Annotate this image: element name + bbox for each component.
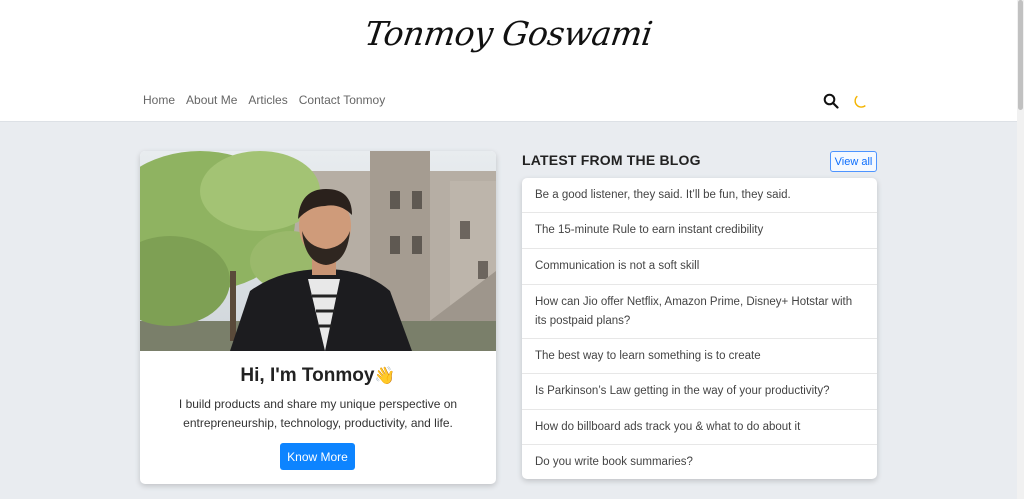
blog-post-item[interactable]: Do you write book summaries? (522, 445, 877, 479)
waving-hand-icon: 👋 (374, 366, 396, 385)
profile-greeting: Hi, I'm Tonmoy👋 (140, 365, 496, 387)
scrollbar-thumb[interactable] (1018, 0, 1023, 110)
blog-post-item[interactable]: How do billboard ads track you & what to… (522, 410, 877, 445)
profile-photo (140, 151, 496, 351)
nav-item-home[interactable]: Home (143, 93, 175, 107)
blog-post-list: Be a good listener, they said. It’ll be … (522, 178, 877, 479)
profile-card: Hi, I'm Tonmoy👋 I build products and sha… (140, 151, 496, 484)
profile-bio: I build products and share my unique per… (178, 397, 458, 430)
blog-post-item[interactable]: The best way to learn something is to cr… (522, 339, 877, 374)
main-nav: Home About Me Articles Contact Tonmoy (143, 93, 385, 107)
nav-item-about-me[interactable]: About Me (186, 93, 237, 107)
blog-post-item[interactable]: How can Jio offer Netflix, Amazon Prime,… (522, 285, 877, 339)
blog-heading: LATEST FROM THE BLOG (522, 152, 701, 168)
blog-post-item[interactable]: Communication is not a soft skill (522, 249, 877, 285)
moon-icon[interactable] (853, 93, 869, 109)
site-logo[interactable]: Tonmoy Goswami (0, 14, 1020, 53)
page-scrollbar[interactable] (1017, 0, 1024, 499)
nav-item-contact[interactable]: Contact Tonmoy (299, 93, 386, 107)
search-icon[interactable] (823, 93, 839, 109)
greeting-text: Hi, I'm Tonmoy (240, 365, 375, 386)
blog-post-item[interactable]: Is Parkinson’s Law getting in the way of… (522, 374, 877, 410)
nav-item-articles[interactable]: Articles (248, 93, 287, 107)
view-all-button[interactable]: View all (830, 151, 877, 172)
site-header: Tonmoy Goswami Home About Me Articles Co… (0, 0, 1017, 122)
know-more-button[interactable]: Know More (280, 443, 355, 470)
blog-post-item[interactable]: Be a good listener, they said. It’ll be … (522, 178, 877, 213)
blog-post-item[interactable]: The 15-minute Rule to earn instant credi… (522, 213, 877, 249)
